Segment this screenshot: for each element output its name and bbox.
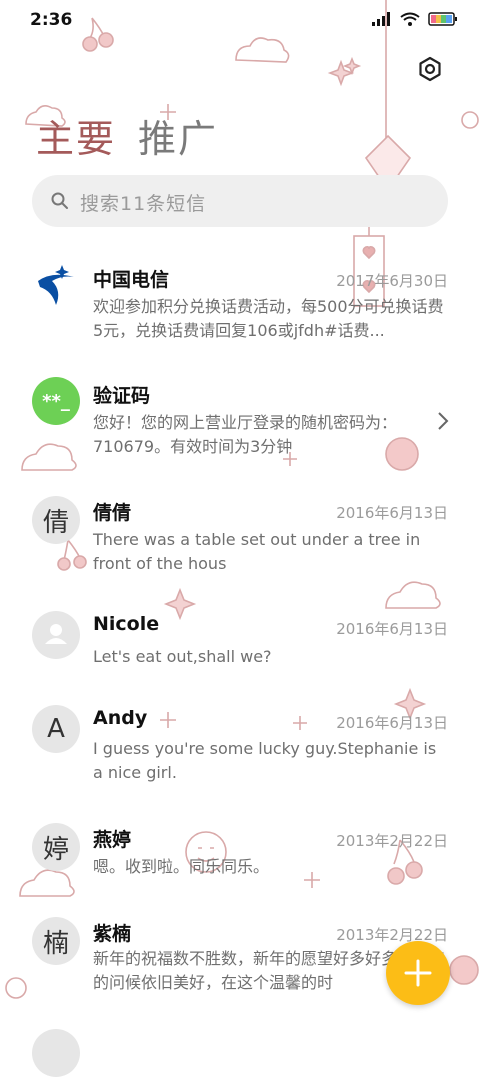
- message-preview: Let's eat out,shall we?: [93, 647, 272, 666]
- person-icon: [32, 611, 80, 659]
- message-date: 2016年6月13日: [336, 504, 448, 522]
- contact-name: 验证码: [93, 385, 151, 407]
- plus-icon: [404, 959, 432, 987]
- message-preview: 欢迎参加积分兑换话费活动，每500分可兑换话费5元，兑换话费请回复106或jfd…: [93, 297, 444, 340]
- verification-code-avatar: **_: [32, 377, 80, 425]
- conversation-row[interactable]: 中国电信 2017年6月30日 欢迎参加积分兑换话费活动，每500分可兑换话费5…: [0, 237, 480, 347]
- message-preview: 嗯。收到啦。同乐同乐。: [93, 857, 270, 876]
- contact-name: 燕婷: [93, 829, 132, 851]
- tab-promotions[interactable]: 推广: [138, 108, 218, 163]
- contact-name: Andy: [93, 707, 148, 729]
- message-date: 2013年2月22日: [336, 832, 448, 850]
- message-date: 2016年6月13日: [336, 714, 448, 732]
- search-icon: [51, 192, 68, 209]
- search-placeholder: 搜索11条短信: [80, 193, 207, 215]
- contact-avatar: 婷: [32, 823, 80, 871]
- battery-icon: [428, 12, 457, 26]
- chevron-right-icon[interactable]: [436, 410, 450, 432]
- contact-name: 中国电信: [93, 269, 170, 291]
- new-message-button[interactable]: [386, 941, 450, 1005]
- china-telecom-logo-icon: [32, 261, 80, 309]
- conversation-row[interactable]: **_ 验证码 您好！您的网上营业厅登录的随机密码为：710679。有效时间为3…: [0, 353, 480, 463]
- conversation-row[interactable]: 倩 倩倩 2016年6月13日 There was a table set ou…: [0, 482, 480, 592]
- contact-avatar: 倩: [32, 496, 80, 544]
- signal-icon: [372, 12, 390, 26]
- wifi-icon: [400, 12, 420, 26]
- tab-primary[interactable]: 主要: [36, 108, 116, 163]
- settings-icon[interactable]: [416, 55, 444, 83]
- message-preview: I guess you're some lucky guy.Stephanie …: [93, 739, 437, 782]
- contact-avatar: A: [32, 705, 80, 753]
- message-preview: There was a table set out under a tree i…: [93, 530, 421, 573]
- message-date: 2016年6月13日: [336, 620, 448, 638]
- status-time: 2:36: [30, 10, 73, 30]
- contact-name: Nicole: [93, 613, 160, 635]
- status-bar: 2:36: [0, 0, 480, 40]
- contact-name: 紫楠: [93, 923, 132, 945]
- message-preview: 您好！您的网上营业厅登录的随机密码为：710679。有效时间为3分钟: [93, 413, 398, 456]
- search-bar[interactable]: 搜索11条短信: [32, 175, 448, 227]
- message-date: 2017年6月30日: [336, 272, 448, 290]
- tab-bar: 主要 推广: [36, 108, 218, 163]
- contact-avatar: [32, 1029, 80, 1077]
- conversation-row[interactable]: A Andy 2016年6月13日 I guess you're some lu…: [0, 701, 480, 811]
- contact-name: 倩倩: [93, 502, 132, 524]
- contact-avatar: 楠: [32, 917, 80, 965]
